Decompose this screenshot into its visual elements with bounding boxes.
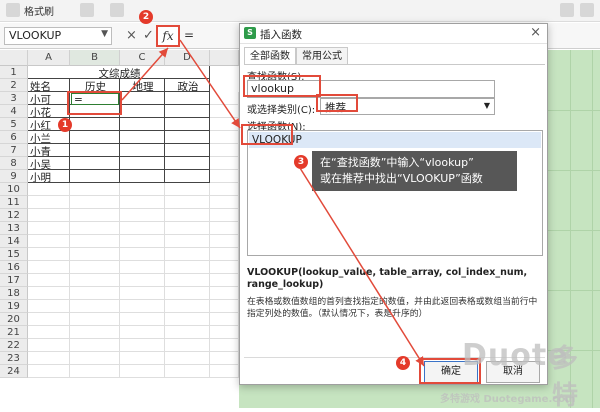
arrow-cell-to-fx: [121, 47, 169, 101]
arrow-fx-to-dialog: [179, 39, 241, 129]
watermark-sub: 多特游戏 Duotegame.com: [440, 394, 576, 405]
arrow-to-ok: [299, 167, 425, 367]
